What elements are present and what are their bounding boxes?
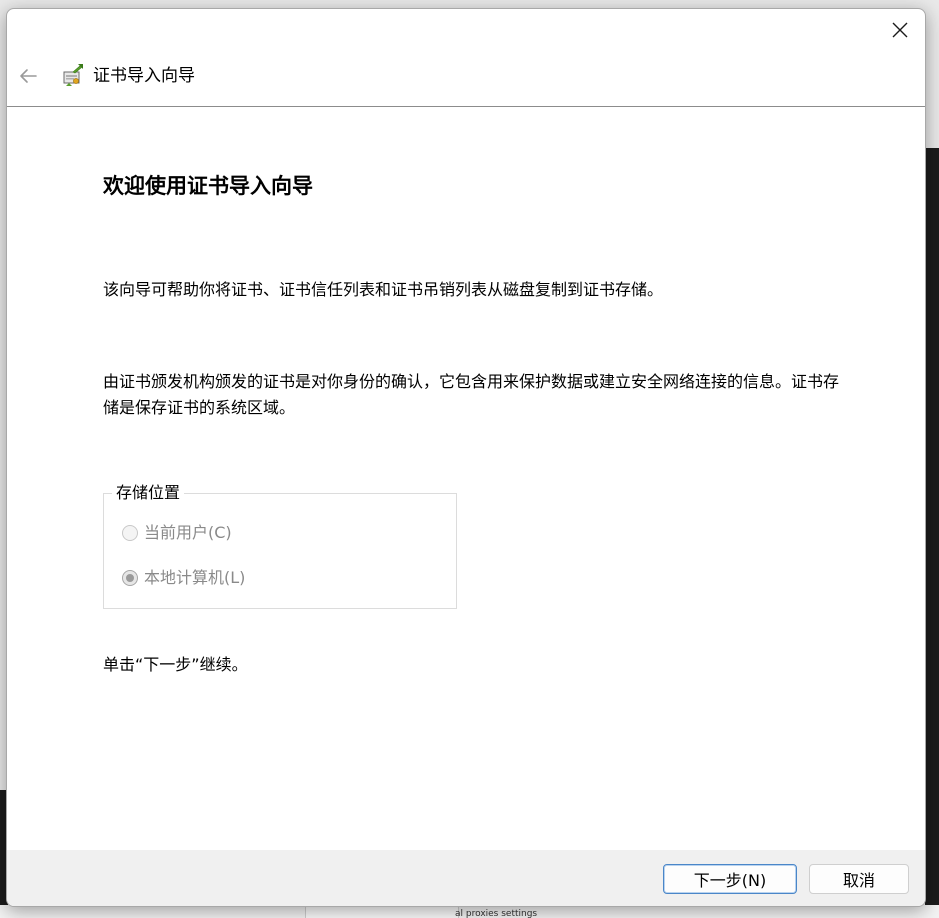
- close-button[interactable]: [883, 15, 917, 45]
- cancel-button[interactable]: 取消: [809, 864, 909, 894]
- radio-current-user[interactable]: 当前用户(C): [122, 522, 232, 544]
- wizard-header: 证书导入向导: [7, 47, 925, 107]
- next-button[interactable]: 下一步(N): [663, 864, 797, 894]
- close-icon: [892, 22, 908, 38]
- storage-location-group: 存储位置 当前用户(C) 本地计算机(L): [103, 482, 457, 609]
- continue-hint: 单击“下一步”继续。: [103, 655, 248, 674]
- storage-location-label: 存储位置: [112, 482, 185, 504]
- background-window-edge: [925, 148, 939, 918]
- back-button[interactable]: [15, 63, 41, 89]
- description-text: 由证书颁发机构颁发的证书是对你身份的确认，它包含用来保护数据或建立安全网络连接的…: [103, 372, 840, 417]
- radio-local-machine[interactable]: 本地计算机(L): [122, 567, 245, 589]
- back-arrow-icon: [20, 69, 37, 83]
- background-partial-text: al proxies settings: [455, 909, 538, 918]
- certificate-wizard-icon: [61, 63, 85, 87]
- radio-current-user-label: 当前用户(C): [144, 523, 232, 542]
- intro-text: 该向导可帮助你将证书、证书信任列表和证书吊销列表从磁盘复制到证书存储。: [103, 280, 664, 299]
- radio-current-user-circle[interactable]: [122, 525, 138, 541]
- wizard-footer: 下一步(N) 取消: [7, 850, 925, 906]
- page-heading: 欢迎使用证书导入向导: [103, 174, 313, 198]
- certificate-import-wizard-dialog: 证书导入向导 欢迎使用证书导入向导 该向导可帮助你将证书、证书信任列表和证书吊销…: [6, 8, 926, 907]
- wizard-title: 证书导入向导: [93, 66, 195, 86]
- radio-local-machine-label: 本地计算机(L): [144, 568, 246, 587]
- radio-local-machine-circle[interactable]: [122, 570, 138, 586]
